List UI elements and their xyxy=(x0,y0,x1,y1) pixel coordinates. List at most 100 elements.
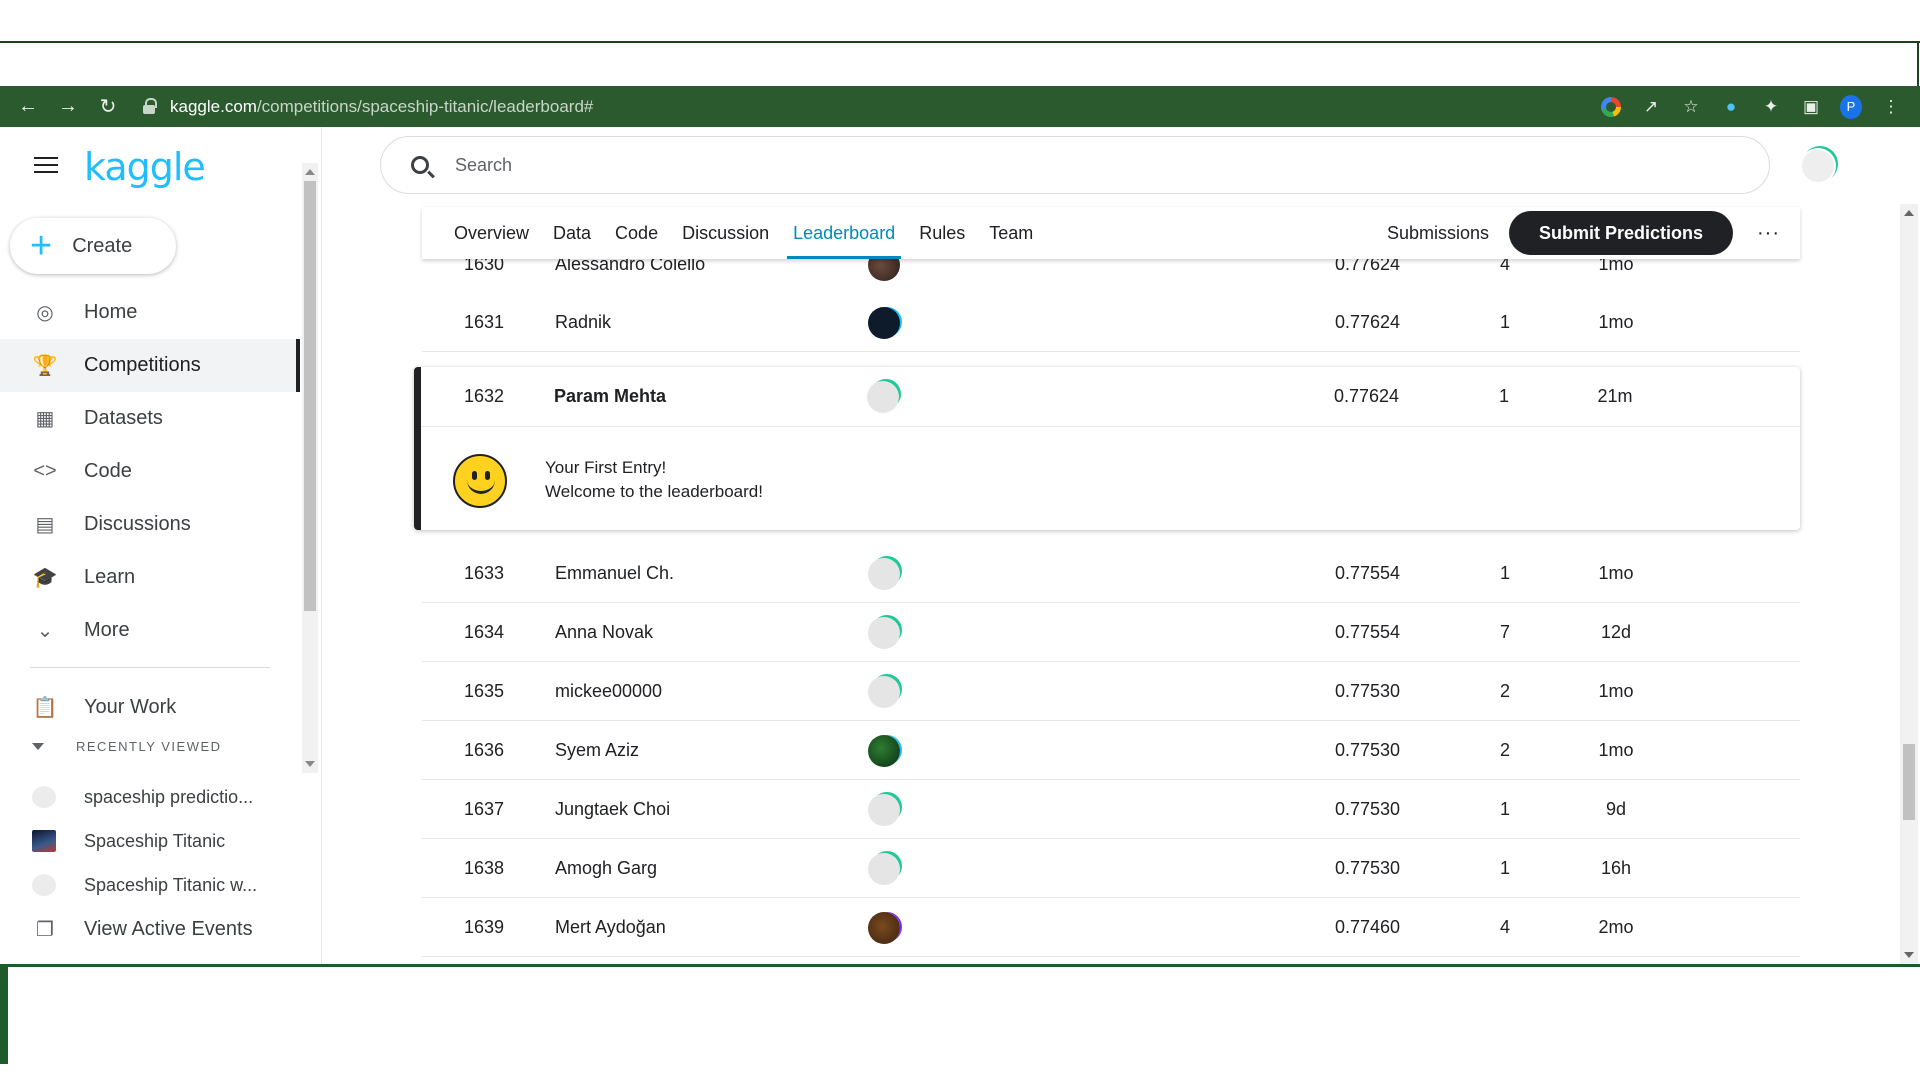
puzzle-icon[interactable]: ✦ xyxy=(1760,96,1782,118)
table-row[interactable]: 1636 Syem Aziz 0.77530 2 1mo xyxy=(422,721,1800,780)
forward-arrow-icon[interactable]: → xyxy=(48,86,88,127)
hamburger-menu-icon[interactable] xyxy=(34,157,58,175)
team-name[interactable]: Anna Novak xyxy=(555,622,653,643)
team-name[interactable]: Amogh Garg xyxy=(555,858,657,879)
team-name[interactable]: Emmanuel Ch. xyxy=(555,563,674,584)
view-active-events-button[interactable]: ❐ View Active Events xyxy=(0,903,300,956)
sidebar-item-label: Discussions xyxy=(84,513,191,535)
share-icon[interactable]: ↗ xyxy=(1640,96,1662,118)
recently-viewed-heading: RECENTLY VIEWED xyxy=(76,739,222,754)
back-arrow-icon[interactable]: ← xyxy=(8,86,48,127)
window-right-border xyxy=(1917,41,1919,86)
rank: 1637 xyxy=(464,799,505,819)
profile-avatar[interactable]: P xyxy=(1840,94,1862,119)
entries: 7 xyxy=(1499,622,1510,642)
team-avatar[interactable] xyxy=(868,912,900,944)
team-name[interactable]: Mert Aydoğan xyxy=(555,917,666,938)
caret-down-icon xyxy=(32,743,44,750)
page-scrollbar[interactable] xyxy=(1900,204,1918,964)
team-avatar[interactable] xyxy=(868,735,900,767)
team-avatar[interactable] xyxy=(868,853,900,885)
table-row[interactable]: 1634 Anna Novak 0.77554 7 12d xyxy=(422,603,1800,662)
sidebar-scrollbar[interactable] xyxy=(302,163,318,773)
plus-icon: + xyxy=(30,225,53,267)
team-avatar[interactable] xyxy=(868,617,900,649)
table-row[interactable]: 1635 mickee00000 0.77530 2 1mo xyxy=(422,662,1800,721)
search-placeholder: Search xyxy=(455,154,513,175)
recent-item[interactable]: Spaceship Titanic xyxy=(0,819,300,863)
user-avatar[interactable] xyxy=(1800,148,1836,184)
submissions-link[interactable]: Submissions xyxy=(1387,223,1489,244)
side-panel-icon[interactable]: ▣ xyxy=(1800,96,1822,118)
team-name[interactable]: Jungtaek Choi xyxy=(555,799,670,820)
url-path: /competitions/spaceship-titanic/leaderbo… xyxy=(256,96,594,116)
score: 0.77530 xyxy=(1335,740,1401,760)
chevron-down-icon: ⌄ xyxy=(36,620,54,642)
tab-discussion[interactable]: Discussion xyxy=(682,207,769,259)
sidebar-item-label: Code xyxy=(84,460,132,482)
create-button[interactable]: + Create xyxy=(10,218,176,274)
lock-icon xyxy=(142,97,158,116)
tab-team[interactable]: Team xyxy=(989,207,1033,259)
view-active-events-label: View Active Events xyxy=(84,918,253,940)
last-submission: 1mo xyxy=(1598,681,1634,701)
left-sidebar: kaggle + Create ◎ Home 🏆 Competitions ▦ Dat… xyxy=(0,127,322,965)
table-row[interactable]: 1632 Param Mehta 0.77624 1 21m xyxy=(421,367,1800,427)
recent-item[interactable]: spaceship predictio... xyxy=(0,775,300,819)
rank: 1633 xyxy=(464,563,505,583)
sidebar-item-datasets[interactable]: ▦ Datasets xyxy=(0,392,300,445)
table-row[interactable]: 1631 Radnik 0.77624 1 1mo xyxy=(422,293,1800,352)
recently-viewed-list: spaceship predictio... Spaceship Titanic… xyxy=(0,775,300,907)
sidebar-item-discussions[interactable]: ▤ Discussions xyxy=(0,498,300,551)
more-options-icon[interactable]: ··· xyxy=(1757,222,1780,245)
team-avatar[interactable] xyxy=(868,676,900,708)
google-icon[interactable] xyxy=(1600,96,1622,118)
rank: 1632 xyxy=(464,386,505,406)
team-avatar[interactable] xyxy=(868,307,900,339)
submit-predictions-button[interactable]: Submit Predictions xyxy=(1508,211,1734,255)
sidebar-item-code[interactable]: <> Code xyxy=(0,445,300,498)
recent-item-label: Spaceship Titanic xyxy=(84,830,226,851)
entries: 1 xyxy=(1498,386,1509,406)
reload-icon[interactable]: ↻ xyxy=(88,86,128,127)
team-name[interactable]: mickee00000 xyxy=(555,681,662,702)
recently-viewed-toggle[interactable]: RECENTLY VIEWED xyxy=(32,739,222,754)
score: 0.77460 xyxy=(1335,917,1401,937)
last-submission: 1mo xyxy=(1598,740,1634,760)
team-avatar[interactable] xyxy=(867,381,899,413)
sidebar-item-competitions[interactable]: 🏆 Competitions xyxy=(0,339,300,392)
sidebar-item-your-work[interactable]: 📋 Your Work xyxy=(0,681,300,734)
table-row[interactable]: 1633 Emmanuel Ch. 0.77554 1 1mo xyxy=(422,544,1800,603)
team-avatar[interactable] xyxy=(868,558,900,590)
first-entry-subtitle: Welcome to the leaderboard! xyxy=(545,482,763,501)
sidebar-item-learn[interactable]: 🎓 Learn xyxy=(0,551,300,604)
kebab-menu-icon[interactable]: ⋮ xyxy=(1880,96,1902,118)
table-row[interactable]: 1638 Amogh Garg 0.77530 1 16h xyxy=(422,839,1800,898)
score: 0.77530 xyxy=(1335,858,1401,878)
tab-code[interactable]: Code xyxy=(615,207,658,259)
team-name[interactable]: Syem Aziz xyxy=(555,740,639,761)
table-row[interactable]: 1639 Mert Aydoğan 0.77460 4 2mo xyxy=(422,898,1800,957)
graduation-cap-icon: 🎓 xyxy=(32,567,58,589)
window-left-border xyxy=(0,964,8,1064)
address-bar[interactable]: kaggle.com/competitions/spaceship-titani… xyxy=(142,91,593,122)
entries: 2 xyxy=(1499,681,1510,701)
rank: 1636 xyxy=(464,740,505,760)
extension-shield-icon[interactable]: ● xyxy=(1720,96,1742,118)
table-row[interactable]: 1637 Jungtaek Choi 0.77530 1 9d xyxy=(422,780,1800,839)
tab-rules[interactable]: Rules xyxy=(919,207,965,259)
star-icon[interactable]: ☆ xyxy=(1680,96,1702,118)
team-name[interactable]: Radnik xyxy=(555,312,611,333)
kaggle-logo[interactable]: kaggle xyxy=(84,145,206,189)
sidebar-item-home[interactable]: ◎ Home xyxy=(0,286,300,339)
sidebar-item-more[interactable]: ⌄ More xyxy=(0,604,300,657)
search-input[interactable]: Search xyxy=(380,136,1770,194)
tab-data[interactable]: Data xyxy=(553,207,591,259)
search-icon xyxy=(411,156,429,174)
tab-overview[interactable]: Overview xyxy=(454,207,529,259)
team-name[interactable]: Param Mehta xyxy=(554,386,666,407)
team-avatar[interactable] xyxy=(868,794,900,826)
recent-item[interactable]: Spaceship Titanic w... xyxy=(0,863,300,907)
tab-leaderboard[interactable]: Leaderboard xyxy=(787,207,902,259)
score: 0.77530 xyxy=(1335,799,1401,819)
